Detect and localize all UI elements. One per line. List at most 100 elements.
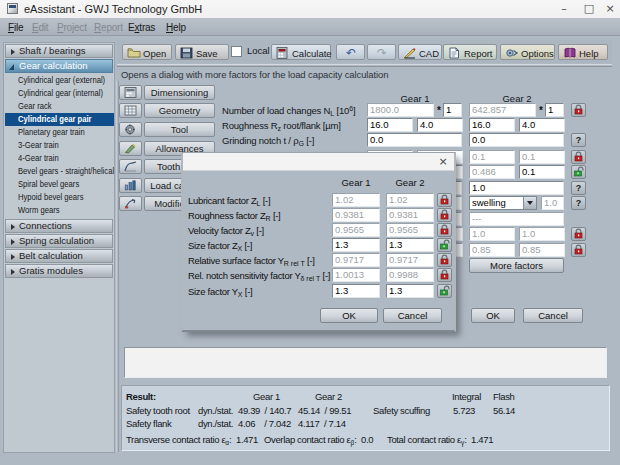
row10-g2-b[interactable]: 0.85 [519,243,565,257]
chevron-down-icon[interactable] [523,197,536,209]
dialog-size-factor-z-lock-button[interactable] [437,238,452,252]
local-checkbox[interactable] [231,46,242,57]
dialog-size-factor-y-gear2[interactable]: 1.3 [386,284,434,298]
sidebar-section-spring-calculation[interactable]: Spring calculation [5,234,113,248]
sidebar-item-cylindrical-gear-internal[interactable]: Cylindrical gear (internal) [5,87,114,100]
nav-button-dimensioning[interactable]: Dimensioning [144,85,215,100]
load-changes-g1-multiplier[interactable]: 1 [443,103,462,117]
dialog-velocity-factor-lock-button[interactable] [437,223,452,237]
load-changes-g2-value[interactable]: 642.857 [469,103,536,117]
cad-button[interactable]: CAD [398,44,442,60]
row4-lock-button[interactable] [571,150,586,164]
dialog-relative-surface-factor-gear2[interactable]: 0.9717 [386,253,434,267]
load-changes-g1-value[interactable]: 1800.0 [367,103,434,117]
sidebar-item-planetary-gear-train[interactable]: Planetary gear train [5,126,114,139]
calculate-button[interactable]: Calculate [271,44,331,60]
sidebar-item-cylindrical-gear-pair[interactable]: Cylindrical gear pair [5,113,114,126]
dialog-size-factor-z-gear1[interactable]: 1.3 [332,238,380,252]
row7-g2-value[interactable]: 1.0 [541,196,564,210]
dialog-relative-surface-factor-lock-button[interactable] [437,253,452,267]
roughness-g1-a[interactable]: 16.0 [367,118,413,132]
dialog-lubricant-factor-gear1[interactable]: 1.02 [332,193,380,207]
dialog-size-factor-y-gear1[interactable]: 1.3 [332,284,380,298]
sidebar-section-gratis-modules[interactable]: Gratis modules [5,264,113,278]
dialog-lubricant-factor-lock-button[interactable] [437,193,452,207]
row10-g2-a[interactable]: 0.85 [469,243,515,257]
sidebar-item-4-gear-train[interactable]: 4-Gear train [5,152,114,165]
load-changes-lock-button[interactable] [571,103,586,117]
nav-icon-allowances[interactable] [119,141,142,156]
menu-extras[interactable]: Extras [128,22,155,33]
sidebar-item-gear-rack[interactable]: Gear rack [5,100,114,113]
dialog-close-icon[interactable]: × [435,155,451,169]
load-changes-g2-multiplier[interactable]: 1 [545,103,564,117]
row4-g2-a[interactable]: 0.1 [469,150,515,164]
row10-lock-button[interactable] [571,243,586,257]
more-factors-button[interactable]: More factors [469,258,564,273]
grinding-notch-help-button[interactable]: ? [571,133,586,147]
roughness-g2-a[interactable]: 16.0 [469,118,515,132]
redo-button[interactable]: ↷ [367,44,396,60]
row6-g2-value[interactable]: 1.0 [469,181,564,195]
row8-g2-value[interactable]: --- [469,212,564,226]
sidebar-item-hypoid-bevel-gears[interactable]: Hypoid bevel gears [5,191,114,204]
row7-g2-dropdown[interactable]: swelling [469,196,537,210]
row7-help-button[interactable]: ? [571,196,586,210]
row5-lock-button[interactable] [571,165,586,179]
sidebar-item-spiral-bevel-gears[interactable]: Spiral bevel gears [5,178,114,191]
nav-button-tool[interactable]: Tool [144,122,215,137]
roughness-g1-b[interactable]: 4.0 [417,118,463,132]
row4-g2-b[interactable]: 0.1 [519,150,565,164]
sidebar-item-cylindrical-gear-external[interactable]: Cylindrical gear (external) [5,74,114,87]
roughness-g2-b[interactable]: 4.0 [519,118,565,132]
nav-icon-dimensioning[interactable] [119,85,142,100]
dialog-cancel-button[interactable]: Cancel [383,308,442,323]
dialog-rel-notch-sensitivity-factor-gear2[interactable]: 0.9988 [386,268,434,282]
dialog-ok-button[interactable]: OK [320,308,378,323]
dialog-size-factor-z-gear2[interactable]: 1.3 [386,238,434,252]
sidebar-item-3-gear-train[interactable]: 3-Gear train [5,139,114,152]
nav-icon-modification[interactable] [119,196,142,211]
grinding-notch-g1-value[interactable]: 0.0 [367,133,462,147]
report-button[interactable]: Report [443,44,497,60]
dialog-lubricant-factor-gear2[interactable]: 1.02 [386,193,434,207]
sidebar-item-worm-gears[interactable]: Worm gears [5,204,114,217]
sidebar-section-belt-calculation[interactable]: Belt calculation [5,249,113,263]
maximize-button[interactable]: □ [580,2,598,16]
sidebar-section-connections[interactable]: Connections [5,219,113,233]
form-cancel-button[interactable]: Cancel [523,308,583,323]
dialog-roughness-factor-gear2[interactable]: 0.9381 [386,208,434,222]
sidebar-item-bevel-gears-straight-helical[interactable]: Bevel gears - straight/helical [5,165,114,178]
nav-icon-geometry[interactable] [119,103,142,118]
open-button[interactable]: Open [122,44,172,60]
menu-file[interactable]: File [8,22,23,33]
options-button[interactable]: Options [500,44,555,60]
sidebar-section-gear-calculation[interactable]: Gear calculation [5,59,113,73]
dialog-velocity-factor-gear2[interactable]: 0.9565 [386,223,434,237]
menu-help[interactable]: Help [166,22,186,33]
dialog-rel-notch-sensitivity-factor-gear1[interactable]: 1.0013 [332,268,380,282]
grinding-notch-g2-value[interactable]: 0.0 [469,133,564,147]
row5-g2-b[interactable]: 0.1 [519,165,565,179]
row9-g2-b[interactable]: 1.0 [519,227,565,241]
dialog-relative-surface-factor-gear1[interactable]: 0.9717 [332,253,380,267]
save-button[interactable]: Save [175,44,229,60]
row6-help-button[interactable]: ? [571,181,586,195]
close-button[interactable]: × [601,2,619,16]
row5-g2-a[interactable]: 0.486 [469,165,515,179]
nav-icon-tool[interactable] [119,122,142,137]
help-button[interactable]: Help [558,44,608,60]
dialog-title-bar[interactable]: × [183,153,454,171]
row9-g2-a[interactable]: 1.0 [469,227,515,241]
row9-lock-button[interactable] [571,227,586,241]
minimize-button[interactable]: – [555,2,573,16]
dialog-size-factor-y-lock-button[interactable] [437,284,452,298]
dialog-rel-notch-sensitivity-factor-lock-button[interactable] [437,268,452,282]
form-ok-button[interactable]: OK [471,308,515,323]
dialog-roughness-factor-lock-button[interactable] [437,208,452,222]
dialog-velocity-factor-gear1[interactable]: 0.9565 [332,223,380,237]
sidebar-section-shaft-bearings[interactable]: Shaft / bearings [5,44,113,58]
dialog-roughness-factor-gear1[interactable]: 0.9381 [332,208,380,222]
nav-button-geometry[interactable]: Geometry [144,103,215,118]
nav-icon-tooth-form[interactable] [119,159,142,174]
